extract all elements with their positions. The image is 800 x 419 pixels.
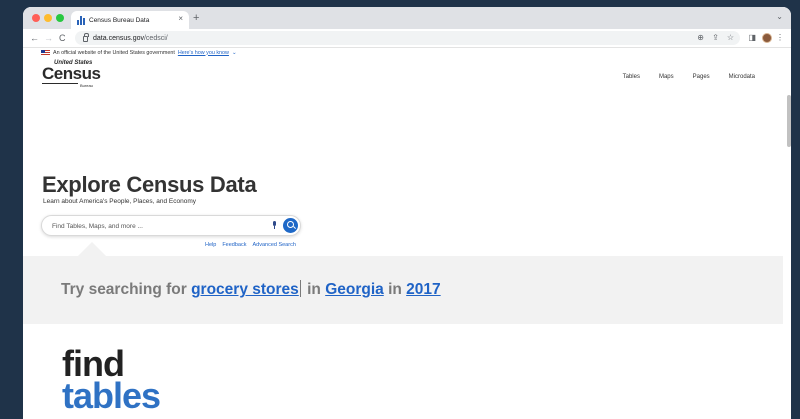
census-logo[interactable]: United States Census Bureau bbox=[42, 60, 102, 90]
search-input[interactable] bbox=[52, 220, 252, 232]
logo-census: Census bbox=[42, 64, 101, 83]
close-window-button[interactable] bbox=[32, 14, 40, 22]
try-prefix: Try searching for bbox=[61, 281, 187, 298]
gov-banner: An official website of the United States… bbox=[41, 48, 236, 57]
typing-cursor bbox=[299, 280, 301, 297]
minimize-window-button[interactable] bbox=[44, 14, 52, 22]
try-searching-banner: Try searching for grocery stores in Geor… bbox=[23, 256, 783, 324]
browser-tab[interactable]: Census Bureau Data × bbox=[71, 11, 189, 29]
search-button[interactable] bbox=[283, 218, 298, 233]
try-year-link[interactable]: 2017 bbox=[406, 281, 440, 298]
us-flag-icon bbox=[41, 49, 50, 56]
url-path: /cedsci/ bbox=[143, 34, 168, 42]
tab-strip: Census Bureau Data × + ⌄ bbox=[23, 7, 791, 29]
try-in-1: in bbox=[307, 281, 321, 298]
nav-maps[interactable]: Maps bbox=[659, 74, 674, 80]
zoom-icon[interactable]: ⊕ bbox=[697, 32, 704, 44]
heres-how-you-know-link[interactable]: Here's how you know bbox=[178, 50, 229, 56]
nav-tables[interactable]: Tables bbox=[623, 74, 640, 80]
url-host: data.census.gov bbox=[93, 34, 144, 42]
page-scrollbar[interactable] bbox=[787, 95, 791, 147]
zoom-window-button[interactable] bbox=[56, 14, 64, 22]
microphone-icon[interactable] bbox=[272, 221, 277, 229]
bookmark-star-icon[interactable]: ☆ bbox=[727, 32, 734, 44]
address-bar[interactable]: data.census.gov/cedsci/ ⊕ ⇪ ☆ bbox=[75, 31, 740, 45]
try-searching-text: Try searching for grocery stores in Geor… bbox=[61, 280, 441, 299]
try-in-2: in bbox=[388, 281, 402, 298]
logo-bureau: Bureau bbox=[80, 83, 93, 88]
share-icon[interactable]: ⇪ bbox=[712, 32, 719, 44]
chevron-down-icon[interactable]: ⌄ bbox=[232, 50, 237, 56]
lock-icon[interactable] bbox=[83, 33, 89, 42]
suggestion-pointer bbox=[78, 242, 106, 256]
advanced-search-link[interactable]: Advanced Search bbox=[252, 242, 295, 248]
side-panel-icon[interactable]: ◨ bbox=[748, 33, 756, 43]
browser-window: Census Bureau Data × + ⌄ ← → C data.cens… bbox=[23, 7, 791, 419]
tables-heading: tables bbox=[62, 375, 161, 416]
back-button[interactable]: ← bbox=[30, 32, 39, 44]
tab-title: Census Bureau Data bbox=[89, 16, 150, 24]
bar-chart-icon bbox=[77, 15, 85, 25]
browser-toolbar: ← → C data.census.gov/cedsci/ ⊕ ⇪ ☆ ◨ ⋮ bbox=[23, 29, 791, 48]
census-page: An official website of the United States… bbox=[23, 48, 791, 419]
search-box bbox=[41, 215, 301, 236]
tab-search-chevron-icon[interactable]: ⌄ bbox=[776, 12, 783, 21]
hero-title: Explore Census Data bbox=[42, 172, 257, 197]
url-text: data.census.gov/cedsci/ bbox=[93, 35, 168, 42]
search-help-links: Help Feedback Advanced Search bbox=[205, 242, 296, 248]
forward-button[interactable]: → bbox=[44, 32, 53, 44]
menu-kebab-icon[interactable]: ⋮ bbox=[776, 33, 784, 43]
tab-close-icon[interactable]: × bbox=[178, 15, 183, 23]
hero-subtitle: Learn about America's People, Places, an… bbox=[43, 198, 196, 205]
nav-microdata[interactable]: Microdata bbox=[729, 74, 755, 80]
feedback-link[interactable]: Feedback bbox=[222, 242, 246, 248]
top-nav: Tables Maps Pages Microdata bbox=[623, 74, 755, 80]
new-tab-button[interactable]: + bbox=[193, 12, 199, 24]
nav-pages[interactable]: Pages bbox=[693, 74, 710, 80]
reload-button[interactable]: C bbox=[59, 32, 66, 44]
gov-banner-text: An official website of the United States… bbox=[53, 49, 175, 56]
try-topic-link[interactable]: grocery stores bbox=[191, 281, 299, 298]
help-link[interactable]: Help bbox=[205, 242, 216, 248]
profile-avatar[interactable] bbox=[762, 33, 772, 43]
try-place-link[interactable]: Georgia bbox=[325, 281, 384, 298]
logo-rule bbox=[42, 83, 78, 84]
